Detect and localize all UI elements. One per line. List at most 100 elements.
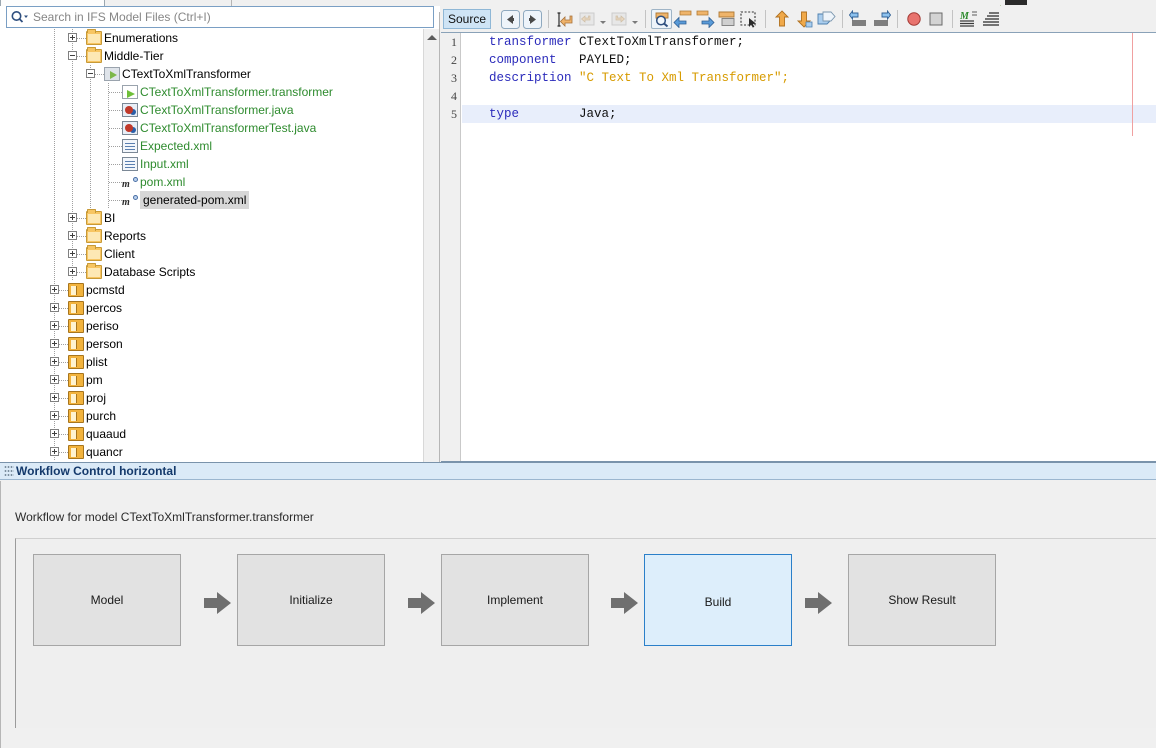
tree-guide-line bbox=[54, 137, 55, 155]
code-editor[interactable]: 1 2 3 4 5 transformer CTextToXmlTransformer;… bbox=[441, 32, 1156, 463]
tree-item[interactable]: plist bbox=[0, 353, 420, 371]
search-icon[interactable] bbox=[7, 7, 31, 27]
tree-item[interactable]: Reports bbox=[0, 227, 420, 245]
model-file-tree[interactable]: Enumerations Middle-Tier CTextToXmlTransfo… bbox=[0, 29, 440, 462]
tree-expand-icon[interactable] bbox=[50, 303, 59, 312]
go-next-icon[interactable] bbox=[694, 8, 716, 30]
tree-item[interactable]: Enumerations bbox=[0, 29, 420, 47]
tree-item[interactable]: Middle-Tier bbox=[0, 47, 420, 65]
tree-expand-icon[interactable] bbox=[50, 357, 59, 366]
tree-item[interactable]: pcmstd bbox=[0, 281, 420, 299]
workflow-node-implement[interactable]: Implement bbox=[441, 554, 589, 646]
code-line[interactable]: description "C Text To Xml Transformer"; bbox=[462, 69, 1156, 87]
tree-item[interactable]: proj bbox=[0, 389, 420, 407]
tree-item[interactable]: CTextToXmlTransformer.transformer bbox=[0, 83, 420, 101]
code-line[interactable]: transformer CTextToXmlTransformer; bbox=[462, 33, 1156, 51]
indent-icon[interactable] bbox=[870, 8, 892, 30]
tree-item[interactable]: m pom.xml bbox=[0, 173, 420, 191]
tree-elbow-line bbox=[109, 164, 123, 165]
tree-item[interactable]: pm bbox=[0, 371, 420, 389]
tree-item-label: CTextToXmlTransformerTest.java bbox=[140, 121, 317, 135]
workflow-canvas[interactable]: Model Initialize Implement Build Show Result bbox=[15, 538, 1156, 728]
tree-collapse-icon[interactable] bbox=[86, 69, 95, 78]
tab-source[interactable]: Source bbox=[443, 9, 491, 29]
workflow-node-build[interactable]: Build bbox=[644, 554, 792, 646]
tree-item[interactable]: purch bbox=[0, 407, 420, 425]
line-number: 4 bbox=[451, 89, 457, 103]
outdent-icon[interactable] bbox=[848, 8, 870, 30]
tree-expand-icon[interactable] bbox=[68, 231, 77, 240]
tree-expand-icon[interactable] bbox=[68, 33, 77, 42]
workflow-panel-body: Workflow for model CTextToXmlTransformer… bbox=[0, 481, 1156, 748]
code-lines[interactable]: transformer CTextToXmlTransformer; compon… bbox=[462, 33, 1156, 463]
macro-icon[interactable]: M bbox=[958, 8, 980, 30]
tree-item[interactable]: quancr bbox=[0, 443, 420, 461]
tree-expand-icon[interactable] bbox=[50, 447, 59, 456]
workflow-node-initialize[interactable]: Initialize bbox=[237, 554, 385, 646]
tree-expand-icon[interactable] bbox=[50, 375, 59, 384]
stop-icon[interactable] bbox=[925, 8, 947, 30]
tree-collapse-icon[interactable] bbox=[68, 51, 77, 60]
redo-panel-icon[interactable] bbox=[608, 8, 630, 30]
collapse-icon[interactable] bbox=[716, 8, 738, 30]
lines-icon[interactable] bbox=[980, 8, 1002, 30]
tree-item[interactable]: CTextToXmlTransformerTest.java bbox=[0, 119, 420, 137]
tree-item[interactable]: BI bbox=[0, 209, 420, 227]
tree-item-label: CTextToXmlTransformer.transformer bbox=[140, 85, 333, 99]
tree-item[interactable]: person bbox=[0, 335, 420, 353]
find-icon[interactable] bbox=[651, 9, 672, 29]
tree-expand-icon[interactable] bbox=[68, 267, 77, 276]
workflow-node-show-result[interactable]: Show Result bbox=[848, 554, 996, 646]
code-line[interactable] bbox=[462, 87, 1156, 105]
scroll-up-arrow-icon[interactable] bbox=[427, 35, 437, 40]
forward-arrow-icon[interactable] bbox=[521, 8, 543, 30]
tree-expand-icon[interactable] bbox=[50, 411, 59, 420]
tree-expand-icon[interactable] bbox=[50, 339, 59, 348]
source-editor-panel: Source M 1 2 3 4 5 transformer CTextToXm… bbox=[441, 6, 1156, 463]
go-previous-icon[interactable] bbox=[672, 8, 694, 30]
tree-item[interactable]: Input.xml bbox=[0, 155, 420, 173]
tree-item[interactable]: percos bbox=[0, 299, 420, 317]
tree-expand-icon[interactable] bbox=[68, 213, 77, 222]
tree-item[interactable]: CTextToXmlTransformer bbox=[0, 65, 420, 83]
workflow-node-model[interactable]: Model bbox=[33, 554, 181, 646]
undo-dropdown-caret-icon[interactable] bbox=[598, 8, 608, 30]
pomf-icon: m bbox=[122, 175, 138, 190]
tree-guide-line bbox=[90, 137, 91, 155]
tree-guide-line bbox=[90, 155, 91, 173]
tree-item[interactable]: Client bbox=[0, 245, 420, 263]
tree-item[interactable]: m generated-pom.xml bbox=[0, 191, 420, 209]
back-arrow-icon[interactable] bbox=[499, 8, 521, 30]
tree-item[interactable]: CTextToXmlTransformer.java bbox=[0, 101, 420, 119]
drag-grip-icon[interactable] bbox=[4, 465, 14, 477]
tree-expand-icon[interactable] bbox=[50, 429, 59, 438]
record-icon[interactable] bbox=[903, 8, 925, 30]
copy-node-icon[interactable] bbox=[815, 8, 837, 30]
search-input[interactable]: Search in IFS Model Files (Ctrl+I) bbox=[6, 6, 434, 28]
select-text-icon[interactable] bbox=[554, 8, 576, 30]
workflow-control-panel: Workflow Control horizontal Workflow for… bbox=[0, 462, 1156, 748]
tree-expand-icon[interactable] bbox=[50, 321, 59, 330]
tree-item-label: Client bbox=[104, 247, 135, 261]
folder-icon bbox=[86, 263, 102, 279]
tree-item[interactable]: Expected.xml bbox=[0, 137, 420, 155]
tree-guide-line bbox=[54, 101, 55, 119]
tree-item-label: plist bbox=[86, 355, 108, 369]
redo-dropdown-caret-icon[interactable] bbox=[630, 8, 640, 30]
undo-panel-icon[interactable] bbox=[576, 8, 598, 30]
tree-item[interactable]: periso bbox=[0, 317, 420, 335]
move-down-icon[interactable] bbox=[793, 8, 815, 30]
move-up-icon[interactable] bbox=[771, 8, 793, 30]
tree-expand-icon[interactable] bbox=[50, 393, 59, 402]
tree-vertical-scrollbar[interactable] bbox=[423, 29, 440, 462]
tree-item[interactable]: quaaud bbox=[0, 425, 420, 443]
tree-expand-icon[interactable] bbox=[68, 249, 77, 258]
code-line[interactable]: component PAYLED; bbox=[462, 51, 1156, 69]
tree-elbow-line bbox=[109, 128, 123, 129]
workflow-panel-titlebar[interactable]: Workflow Control horizontal bbox=[0, 462, 1156, 480]
tree-item[interactable]: Database Scripts bbox=[0, 263, 420, 281]
tree-elbow-line bbox=[109, 146, 123, 147]
tree-expand-icon[interactable] bbox=[50, 285, 59, 294]
marquee-select-icon[interactable] bbox=[738, 8, 760, 30]
code-line[interactable]: type Java; bbox=[462, 105, 1156, 123]
